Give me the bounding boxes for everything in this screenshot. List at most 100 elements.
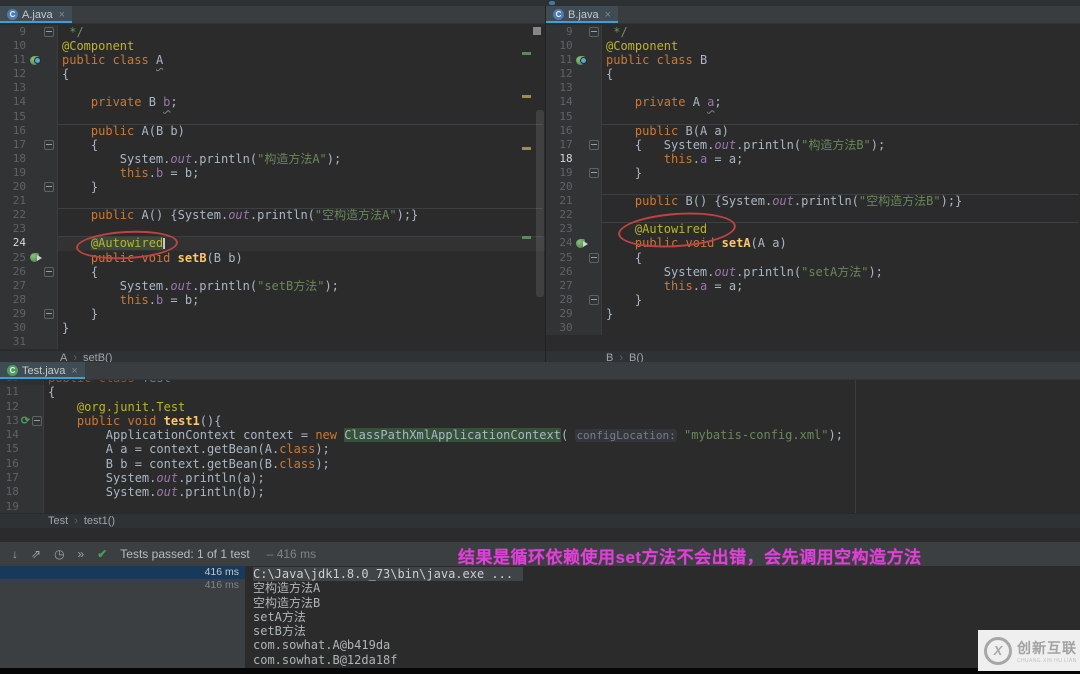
code-line[interactable]: 16 public B(A a) xyxy=(546,123,1080,138)
code-line[interactable]: 24 public void setA(A a) xyxy=(546,236,1080,251)
line-number[interactable]: 17 xyxy=(550,138,572,152)
history-clock-icon[interactable]: ◷ xyxy=(54,547,64,561)
code-line[interactable]: 30 xyxy=(546,320,1080,336)
code-line[interactable]: 23 @Autowired xyxy=(546,209,1080,252)
line-number[interactable]: 11 xyxy=(4,385,19,399)
line-number[interactable]: 18 xyxy=(4,485,19,499)
code-line[interactable]: 9 */ xyxy=(0,25,545,40)
fold-icon[interactable] xyxy=(44,139,54,150)
code-line[interactable]: 11 public class A xyxy=(0,53,545,68)
line-number[interactable]: 27 xyxy=(550,279,572,293)
code-line[interactable]: 15 A a = context.getBean(A.class); xyxy=(0,442,1080,457)
export-icon[interactable]: ⇗ xyxy=(31,547,41,561)
line-number[interactable]: 17 xyxy=(4,138,26,152)
code-line[interactable]: 22 public A() {System.out.println("空构造方法… xyxy=(0,208,545,223)
console-line[interactable]: com.sowhat.B@12da18f xyxy=(253,653,1080,667)
line-number[interactable]: 9 xyxy=(550,25,573,39)
code-line[interactable]: 16 public A(B b) xyxy=(0,123,545,138)
spring-bean-icon[interactable] xyxy=(573,56,588,65)
fold-icon[interactable] xyxy=(589,27,600,38)
code-editor-a[interactable]: 9 */10 @Component 11 public class A 12{13 14 … xyxy=(0,24,545,350)
line-number[interactable]: 24 xyxy=(550,236,572,250)
line-number[interactable]: 25 xyxy=(550,251,572,265)
tab-b-java[interactable]: C B.java × xyxy=(546,6,619,23)
line-number[interactable]: 14 xyxy=(4,95,26,109)
line-number[interactable]: 15 xyxy=(4,442,19,456)
autowired-icon[interactable] xyxy=(26,253,42,262)
line-number[interactable]: 27 xyxy=(4,279,26,293)
fold-icon[interactable] xyxy=(589,294,600,305)
code-line[interactable]: 10 @Component xyxy=(546,39,1080,54)
fold-icon[interactable] xyxy=(44,182,54,193)
code-line[interactable]: 20 xyxy=(546,180,1080,195)
line-number[interactable]: 16 xyxy=(4,457,19,471)
console-line[interactable]: 空构造方法B xyxy=(253,596,1080,610)
line-number[interactable]: 30 xyxy=(4,321,26,335)
console-output[interactable]: C:\Java\jdk1.8.0_73\bin\java.exe ... 空构造方… xyxy=(245,566,1080,668)
line-number[interactable]: 26 xyxy=(550,265,572,279)
code-line[interactable]: 13 xyxy=(546,81,1080,96)
code-line[interactable]: 14 private B b; xyxy=(0,95,545,110)
line-number[interactable]: 15 xyxy=(4,110,26,124)
line-number[interactable]: 20 xyxy=(4,180,26,194)
code-editor-test[interactable]: 10public class Test11{12 @org.junit.Test… xyxy=(0,380,1080,513)
line-number[interactable]: 13 xyxy=(4,81,26,95)
code-line[interactable]: 17 System.out.println(a); xyxy=(0,471,1080,486)
test-tree-row[interactable]: 416 ms xyxy=(0,579,245,592)
code-line[interactable]: 18 this.a = a; xyxy=(546,151,1080,166)
line-number[interactable]: 21 xyxy=(4,194,26,208)
line-number[interactable]: 12 xyxy=(550,67,572,81)
console-line[interactable]: setB方法 xyxy=(253,624,1080,638)
code-line[interactable]: 30} xyxy=(0,320,545,336)
close-icon[interactable]: × xyxy=(605,9,611,21)
code-line[interactable]: 19 this.b = b; xyxy=(0,165,545,181)
fold-icon[interactable] xyxy=(44,27,54,38)
more-chevrons-icon[interactable]: » xyxy=(78,547,85,561)
line-number[interactable]: 19 xyxy=(4,166,26,180)
stripe-mark-green[interactable] xyxy=(522,236,531,239)
code-line[interactable]: 29} xyxy=(546,306,1080,321)
fold-icon[interactable] xyxy=(589,252,600,263)
code-line[interactable]: 31 xyxy=(0,335,545,350)
code-line[interactable]: 19 xyxy=(0,499,1080,513)
scrollbar-thumb[interactable] xyxy=(536,110,544,297)
line-number[interactable]: 11 xyxy=(550,53,572,67)
fold-icon[interactable] xyxy=(44,266,54,277)
line-number[interactable]: 14 xyxy=(550,95,572,109)
code-line[interactable]: 12{ xyxy=(0,67,545,82)
test-tree-panel[interactable]: 416 ms 416 ms xyxy=(0,566,245,668)
line-number[interactable]: 28 xyxy=(550,293,572,307)
code-line[interactable]: 10 @Component xyxy=(0,39,545,54)
line-number[interactable]: 30 xyxy=(550,321,572,335)
line-number[interactable]: 28 xyxy=(4,293,26,307)
close-icon[interactable]: × xyxy=(59,9,65,21)
code-line[interactable]: 16 B b = context.getBean(B.class); xyxy=(0,456,1080,472)
breadcrumb-class[interactable]: Test xyxy=(48,515,68,527)
line-number[interactable]: 26 xyxy=(4,265,26,279)
console-line[interactable]: C:\Java\jdk1.8.0_73\bin\java.exe ... xyxy=(253,567,1080,581)
code-line[interactable]: 14 ApplicationContext context = new Clas… xyxy=(0,427,1080,443)
console-line[interactable]: com.sowhat.A@b419da xyxy=(253,638,1080,652)
code-editor-b[interactable]: 9 */10 @Component 11 public class B 12{13 14 … xyxy=(546,24,1080,350)
code-line[interactable]: 24 @Autowired xyxy=(0,228,545,263)
code-line[interactable]: 17 { xyxy=(0,137,545,152)
line-number[interactable]: 23 xyxy=(550,222,572,236)
stripe-mark-green[interactable] xyxy=(522,52,531,55)
code-line[interactable]: 19 } xyxy=(546,165,1080,181)
line-number[interactable]: 31 xyxy=(4,335,26,349)
stripe-mark-yellow[interactable] xyxy=(522,95,531,98)
code-line[interactable]: 18 System.out.println(b); xyxy=(0,485,1080,500)
line-number[interactable]: 20 xyxy=(550,180,572,194)
code-line[interactable]: 27 this.a = a; xyxy=(546,278,1080,293)
close-icon[interactable]: × xyxy=(71,365,77,377)
stripe-mark-yellow[interactable] xyxy=(522,147,531,150)
fold-icon[interactable] xyxy=(44,308,54,319)
code-line[interactable]: 21 xyxy=(0,194,545,209)
code-line[interactable]: 28 } xyxy=(546,292,1080,307)
code-line[interactable]: 20 } xyxy=(0,180,545,195)
code-line[interactable]: 14 private A a; xyxy=(546,95,1080,110)
code-line[interactable]: 15 xyxy=(0,109,545,124)
test-tree-row[interactable]: 416 ms xyxy=(0,566,245,579)
line-number[interactable]: 13 xyxy=(550,81,572,95)
line-number[interactable]: 25 xyxy=(4,251,26,265)
